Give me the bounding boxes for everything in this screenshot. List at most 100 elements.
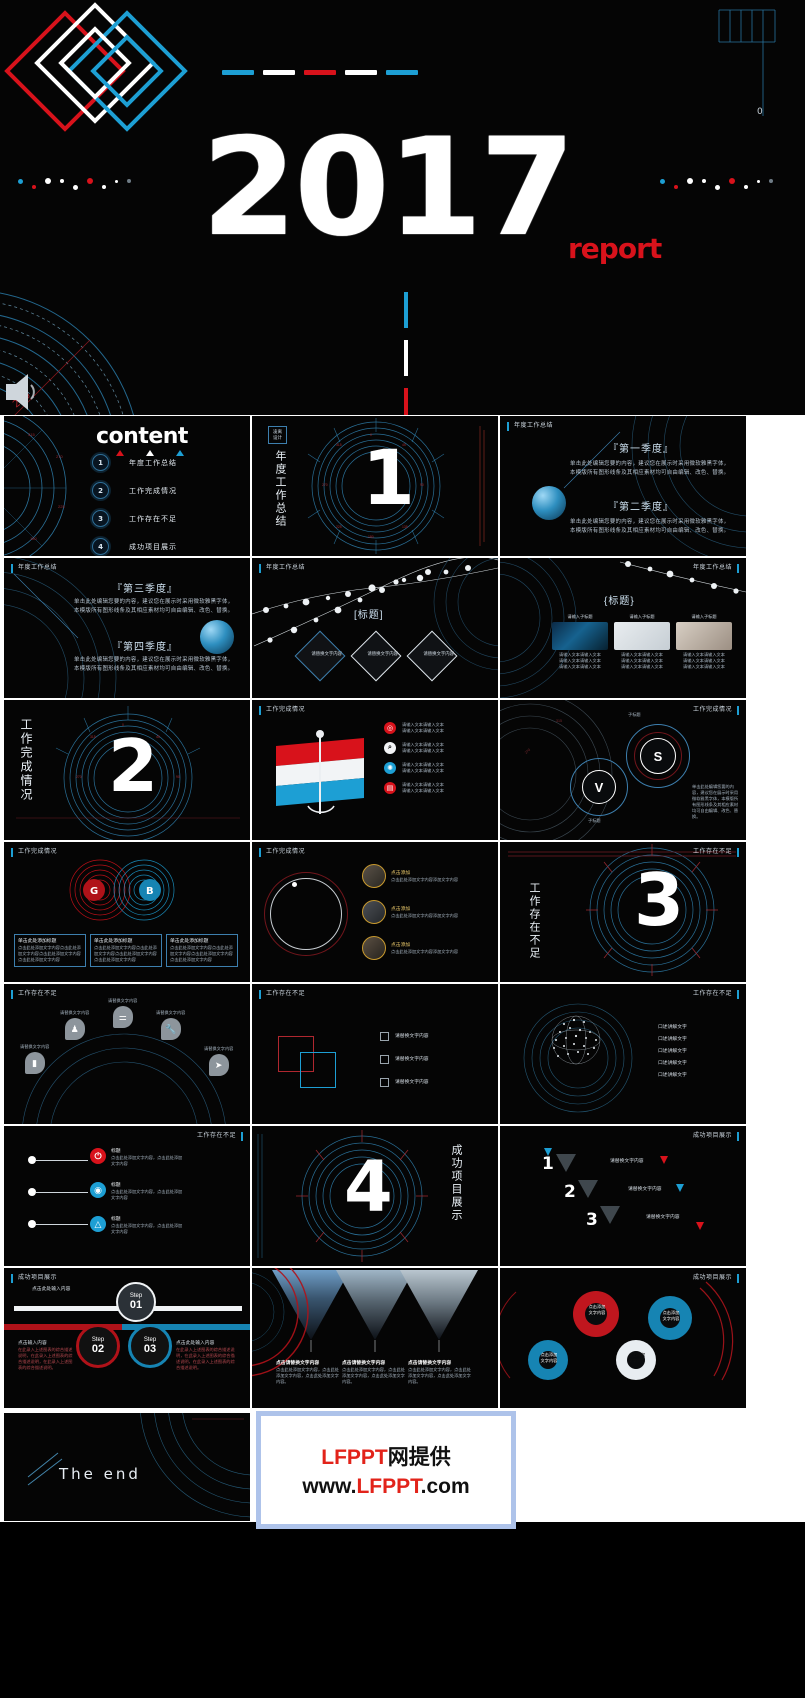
orbit-list-item[interactable]: 点击添加 点击此处添加文字内容添加文字内容: [362, 900, 463, 924]
thumb-section4-slide[interactable]: 4 成功项目展示: [252, 1126, 498, 1266]
triangle-label: 请替换文字内容: [610, 1159, 644, 1164]
squares-item[interactable]: 请替换文字内容: [380, 1055, 429, 1064]
flaglist-item[interactable]: ▤ 请输入文本请输入文本 请输入文本请输入文本: [384, 782, 444, 794]
venn-box[interactable]: 单击此处添加标题 点击此处添加文字内容点击此处添加文字内容点击此处添加文字内容点…: [90, 934, 162, 967]
thumb-quarters-b-slide[interactable]: 年度工作总结 『第三季度』 单击此处编辑您要的内容，建议您在展示时采用微软雅黑字…: [4, 558, 250, 698]
flaglist-item[interactable]: ✺ 请输入文本请输入文本 请输入文本请输入文本: [384, 762, 444, 774]
content-heading: content: [96, 424, 188, 449]
globe-item[interactable]: 口述讲解文字: [658, 1024, 687, 1031]
photo-caption: 请输入文本请输入文本 请输入文本请输入文本 请输入文本请输入文本: [621, 652, 663, 669]
venn-box-body: 点击此处添加文字内容点击此处添加文字内容点击此处添加文字内容点击此处添加文字内容: [170, 945, 233, 962]
pin-marker[interactable]: 请替换文字内容 ▮: [20, 1044, 49, 1074]
section4-vertical-title: 成功项目展示: [450, 1144, 462, 1222]
diamonds-title: [标题]: [354, 610, 384, 621]
thumb-section1-slide[interactable]: 0 45 90 135 180 225 270 315 凌离 设计 年度工作总结 1: [252, 416, 498, 556]
connector-line: [36, 1160, 88, 1161]
content-list-item[interactable]: 4 成功项目展示: [92, 538, 177, 555]
thumb-gears-slide[interactable]: 成功项目展示 点击添加 文字内容 点击添加 文字内容 点击添加 文字内容 点击添…: [500, 1268, 746, 1408]
slide-header-label: 工作完成情况: [259, 706, 305, 715]
svg-text:180: 180: [30, 536, 37, 541]
icon-item-title: 标题: [111, 1217, 121, 1222]
flaglist-item[interactable]: ◎ 请输入文本请输入文本 请输入文本请输入文本: [384, 722, 444, 734]
quarter2-title: 『第二季度』: [608, 502, 674, 513]
pin-marker[interactable]: 请替换文字内容 ♟: [60, 1010, 89, 1040]
thumb-end-slide[interactable]: The end: [4, 1413, 250, 1521]
step-badge-01[interactable]: Step 01: [116, 1282, 156, 1322]
thumb-photo-triangles-slide[interactable]: 点击请替换文字内容 点击此处添加文字内容，点击此处添加文字内容，点击此处添加文字…: [252, 1268, 498, 1408]
thumb-globe-slide[interactable]: 工作存在不足 口述讲解文字 口述讲解文字 口述讲解文字 口述讲解文字 口述讲解文…: [500, 984, 746, 1124]
triangle-blue-icon: [176, 450, 184, 456]
thumb-quarters-a-slide[interactable]: 年度工作总结 『第一季度』 单击此处编辑您要的内容，建议您在展示时采用微软雅黑字…: [500, 416, 746, 556]
slide-header-label: 年度工作总结: [693, 564, 739, 573]
globe-item[interactable]: 口述讲解文字: [658, 1036, 687, 1043]
cloud-icon: △: [90, 1216, 106, 1232]
content-list-item[interactable]: 1 年度工作总结: [92, 454, 177, 471]
thumb-flaglist-slide[interactable]: 工作完成情况 ◎ 请输入文本请输入文本 请输入文本请输入文本 ⌕ 请输入文本请输…: [252, 700, 498, 840]
orbit-list-item[interactable]: 点击添加 点击此处添加文字内容添加文字内容: [362, 864, 463, 888]
venn-box[interactable]: 单击此处添加标题 点击此处添加文字内容点击此处添加文字内容点击此处添加文字内容点…: [14, 934, 86, 967]
svg-text:225: 225: [58, 504, 65, 509]
icon-list-item[interactable]: △ 标题 点击此处添加文字内容，点击此处添加文字内容: [90, 1216, 183, 1235]
watermark-url-suffix: .com: [420, 1475, 470, 1498]
step-badge-03[interactable]: Step 03: [128, 1324, 172, 1368]
svg-text:315: 315: [90, 735, 96, 739]
icon-item-body: 点击此处添加文字内容，点击此处添加文字内容: [111, 1223, 183, 1234]
camera-icon: ◉: [90, 1182, 106, 1198]
orbit-list-item[interactable]: 点击添加 点击此处添加文字内容添加文字内容: [362, 936, 463, 960]
thumb-sv-circles-slide[interactable]: 315 270 工作完成情况 S V 子标题 子标题 单击此处编辑您要的内容，建议…: [500, 700, 746, 840]
thumb-squares-slide[interactable]: 工作存在不足 请替换文字内容 请替换文字内容 请替换文字内容: [252, 984, 498, 1124]
badge-s: S: [640, 738, 676, 774]
thumb-pins-slide[interactable]: 工作存在不足 请替换文字内容 ▮ 请替换文字内容 ♟ 请替换文字内容 ⚌ 请替换…: [4, 984, 250, 1124]
sv-label-1: 子标题: [628, 712, 641, 717]
content-list-item[interactable]: 2 工作完成情况: [92, 482, 177, 499]
thumb-diamonds-slide[interactable]: 年度工作总结 [标题] 请替换文字内容 请替换文字内容 请替换文字内容: [252, 558, 498, 698]
accent-bar-white: [404, 340, 408, 376]
globe-item[interactable]: 口述讲解文字: [658, 1072, 687, 1079]
globe-item[interactable]: 口述讲解文字: [658, 1048, 687, 1055]
designer-badge-line2: 设计: [273, 435, 282, 440]
photo-thumbnail: [676, 622, 732, 650]
thumb-photos3-slide[interactable]: 年度工作总结 {标题} 请输入子标题 请输入文本请输入文本 请输入文本请输入文本…: [500, 558, 746, 698]
speaker-icon: [6, 374, 35, 410]
squares-item[interactable]: 请替换文字内容: [380, 1032, 429, 1041]
thumb-steps-slide[interactable]: 成功项目展示 Step 01 Step 02 Step 03 点击此处输入内容: [4, 1268, 250, 1408]
thumb-venn-slide[interactable]: 工作完成情况 G B 单击此处添加标题 点击此处添加文字内容点击此处添加文字内容…: [4, 842, 250, 982]
thumb-iconlist-slide[interactable]: 工作存在不足 ⏻ 标题 点击此处添加文字内容，点击此处添加文字内容 ◉ 标题 点…: [4, 1126, 250, 1266]
venn-box-title: 单击此处添加标题: [170, 939, 209, 944]
thumb-triangles-num-slide[interactable]: 成功项目展示 1 2 3 请替换文字内容 请替换文字内容 请替换文字内容: [500, 1126, 746, 1266]
svg-text:180: 180: [368, 535, 374, 539]
pin-marker[interactable]: 请替换文字内容 ⚌: [108, 998, 137, 1028]
globe-item-list: 口述讲解文字 口述讲解文字 口述讲解文字 口述讲解文字 口述讲解文字: [658, 1024, 687, 1079]
thumb-section3-slide[interactable]: 工作存在不足 工作存在不足 3: [500, 842, 746, 982]
svg-text:225: 225: [336, 525, 342, 529]
step-badge-02[interactable]: Step 02: [76, 1324, 120, 1368]
pin-marker[interactable]: 请替换文字内容 ➤: [204, 1046, 233, 1076]
photo-card[interactable]: 请输入子标题 请输入文本请输入文本 请输入文本请输入文本 请输入文本请输入文本: [614, 614, 670, 670]
quarter3-body: 单击此处编辑您要的内容，建议您在展示时采用微软雅黑字体，本模版所有图形线条及其相…: [74, 599, 234, 614]
icon-list-item[interactable]: ◉ 标题 点击此处添加文字内容，点击此处添加文字内容: [90, 1182, 183, 1201]
watermark-box: LFPPT网提供 www.LFPPT.com: [256, 1411, 516, 1529]
content-list-item[interactable]: 3 工作存在不足: [92, 510, 177, 527]
photo-card[interactable]: 请输入子标题 请输入文本请输入文本 请输入文本请输入文本 请输入文本请输入文本: [676, 614, 732, 670]
thumb-content-slide[interactable]: 315 270 225 180 content 1 年度工作总结 2 工作完成情…: [4, 416, 250, 556]
thumb-orbitlist-slide[interactable]: 工作完成情况 点击添加 点击此处添加文字内容添加文字内容 点击添加 点击此处添加…: [252, 842, 498, 982]
venn-box[interactable]: 单击此处添加标题 点击此处添加文字内容点击此处添加文字内容点击此处添加文字内容点…: [166, 934, 238, 967]
flaglist-item-text: 请输入文本请输入文本 请输入文本请输入文本: [402, 722, 444, 733]
photo-card[interactable]: 请输入子标题 请输入文本请输入文本 请输入文本请输入文本 请输入文本请输入文本: [552, 614, 608, 670]
gear-label: 点击添加 文字内容: [662, 1310, 680, 1321]
icon-item-body: 点击此处添加文字内容，点击此处添加文字内容: [111, 1155, 183, 1166]
squares-item[interactable]: 请替换文字内容: [380, 1078, 429, 1087]
pin-marker[interactable]: 请替换文字内容 🔧: [156, 1010, 185, 1040]
globe-item[interactable]: 口述讲解文字: [658, 1060, 687, 1067]
icon-list-item[interactable]: ⏻ 标题 点击此处添加文字内容，点击此处添加文字内容: [90, 1148, 183, 1167]
squares-item-list: 请替换文字内容 请替换文字内容 请替换文字内容: [380, 1032, 429, 1087]
people-icon: ♟: [64, 1018, 85, 1040]
chart-icon: ▤: [384, 782, 396, 794]
svg-text:90: 90: [176, 775, 180, 779]
thumb-section2-slide[interactable]: 0 45 90 270 315 工作完成情况 2: [4, 700, 250, 840]
flaglist-item[interactable]: ⌕ 请输入文本请输入文本 请输入文本请输入文本: [384, 742, 444, 754]
svg-text:G: G: [90, 886, 98, 897]
quarter2-body: 单击此处编辑您要的内容，建议您在展示时采用微软雅黑字体，本模版所有图形线条及其相…: [570, 519, 730, 534]
svg-text:270: 270: [322, 483, 328, 487]
step-caption: 点击此处输入内容: [176, 1341, 215, 1346]
